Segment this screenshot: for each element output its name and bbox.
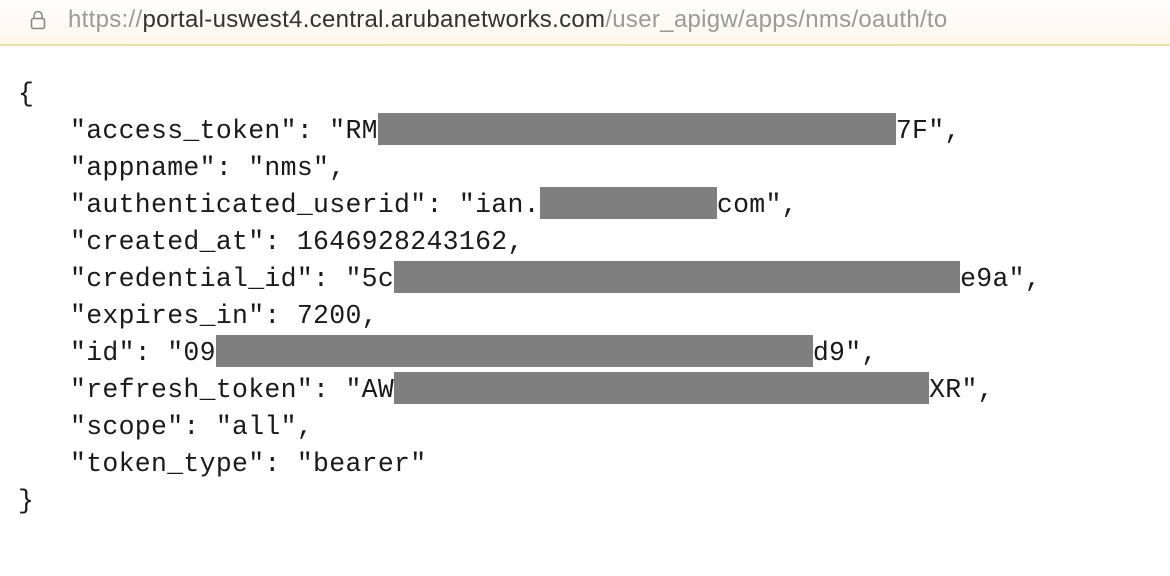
json-line-expires-in: "expires_in": 7200, bbox=[18, 298, 1152, 335]
json-response-body: { "access_token": "RM7F", "appname": "nm… bbox=[0, 46, 1170, 520]
url-host: portal-uswest4.central.arubanetworks.com bbox=[142, 6, 605, 33]
json-line-credential-id: "credential_id": "5ce9a", bbox=[18, 261, 1152, 298]
redaction-block bbox=[378, 113, 896, 145]
address-bar[interactable]: https://portal-uswest4.central.arubanetw… bbox=[0, 0, 1170, 46]
json-line-authenticated-userid: "authenticated_userid": "ian.com", bbox=[18, 187, 1152, 224]
json-close-brace: } bbox=[18, 483, 1152, 520]
url-path: /user_apigw/apps/nms/oauth/to bbox=[605, 6, 947, 33]
url-display[interactable]: https://portal-uswest4.central.arubanetw… bbox=[68, 6, 948, 34]
json-line-refresh-token: "refresh_token": "AWXR", bbox=[18, 372, 1152, 409]
json-line-token-type: "token_type": "bearer" bbox=[18, 446, 1152, 483]
json-line-access-token: "access_token": "RM7F", bbox=[18, 113, 1152, 150]
json-line-id: "id": "09d9", bbox=[18, 335, 1152, 372]
json-line-scope: "scope": "all", bbox=[18, 409, 1152, 446]
json-line-appname: "appname": "nms", bbox=[18, 150, 1152, 187]
redaction-block bbox=[216, 335, 813, 367]
json-open-brace: { bbox=[18, 76, 1152, 113]
json-line-created-at: "created_at": 1646928243162, bbox=[18, 224, 1152, 261]
redaction-block bbox=[540, 187, 717, 219]
redaction-block bbox=[394, 372, 929, 404]
url-scheme: https:// bbox=[68, 6, 142, 33]
redaction-block bbox=[394, 261, 960, 293]
lock-icon bbox=[28, 8, 48, 32]
